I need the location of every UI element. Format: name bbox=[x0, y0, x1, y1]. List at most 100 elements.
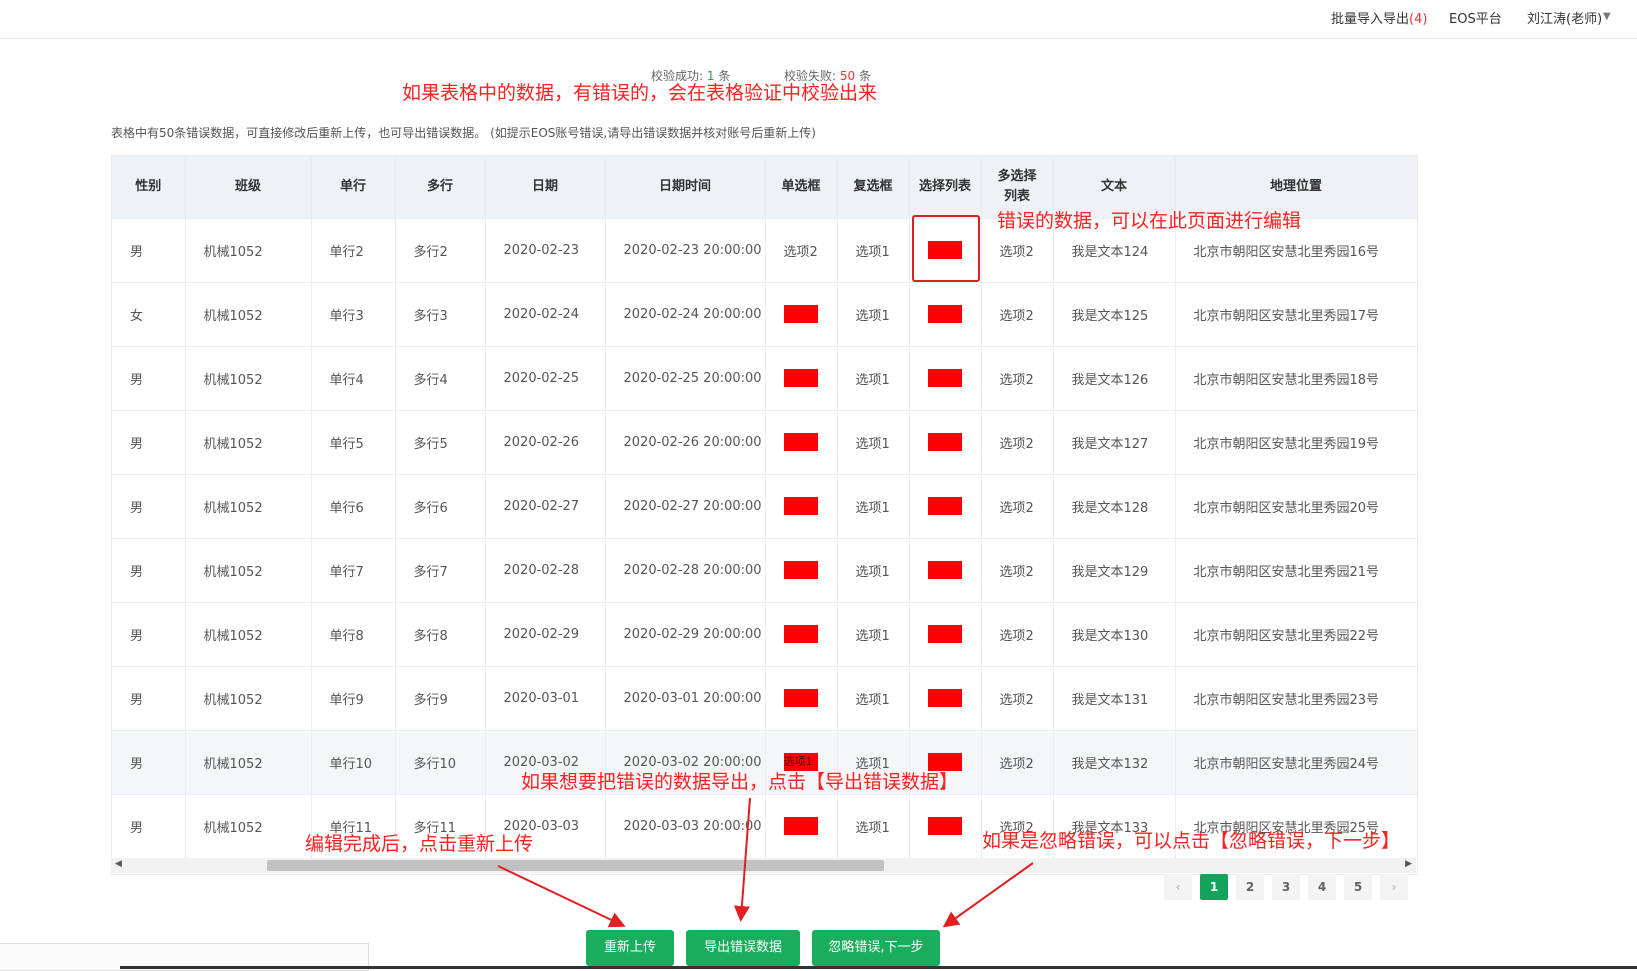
cell-gender[interactable]: 女 bbox=[112, 282, 186, 346]
cell-single-line[interactable]: 单行4 bbox=[311, 346, 396, 410]
export-errors-button[interactable]: 导出错误数据 bbox=[686, 930, 800, 966]
cell-radio[interactable] bbox=[765, 282, 838, 346]
cell-datetime[interactable]: 2020-02-29 20:00:00 bbox=[605, 602, 766, 666]
cell-multi-line[interactable]: 多行7 bbox=[395, 538, 486, 602]
cell-gender[interactable]: 男 bbox=[112, 346, 186, 410]
cell-text[interactable]: 我是文本127 bbox=[1053, 410, 1176, 474]
scroll-left-icon[interactable]: ◀ bbox=[115, 859, 122, 869]
cell-single-line[interactable]: 单行8 bbox=[311, 602, 396, 666]
cell-class[interactable]: 机械1052 bbox=[185, 282, 312, 346]
cell-radio[interactable] bbox=[765, 346, 838, 410]
cell-class[interactable]: 机械1052 bbox=[185, 474, 312, 538]
page-5-button[interactable]: 5 bbox=[1344, 874, 1372, 900]
cell-multi-select-list[interactable]: 选项2 bbox=[981, 666, 1054, 730]
cell-date[interactable]: 2020-02-25 bbox=[485, 346, 606, 410]
cell-gender[interactable]: 男 bbox=[112, 602, 186, 666]
cell-class[interactable]: 机械1052 bbox=[185, 410, 312, 474]
cell-select-list[interactable] bbox=[909, 538, 982, 602]
error-cell-marker[interactable]: 选项1 bbox=[783, 753, 818, 771]
cell-checkbox[interactable]: 选项1 bbox=[837, 410, 910, 474]
page-4-button[interactable]: 4 bbox=[1308, 874, 1336, 900]
cell-date[interactable]: 2020-02-28 bbox=[485, 538, 606, 602]
cell-multi-select-list[interactable]: 选项2 bbox=[981, 538, 1054, 602]
cell-datetime[interactable]: 2020-03-03 20:00:00 bbox=[605, 794, 766, 858]
cell-multi-select-list[interactable]: 选项2 bbox=[981, 410, 1054, 474]
error-cell-marker[interactable] bbox=[927, 305, 962, 323]
error-cell-marker[interactable] bbox=[927, 561, 962, 579]
cell-date[interactable]: 2020-03-01 bbox=[485, 666, 606, 730]
table-horizontal-scrollbar[interactable]: ◀ ▶ bbox=[111, 858, 1416, 873]
cell-single-line[interactable]: 单行9 bbox=[311, 666, 396, 730]
cell-radio[interactable] bbox=[765, 474, 838, 538]
cell-multi-line[interactable]: 多行5 bbox=[395, 410, 486, 474]
batch-import-export-link[interactable]: 批量导入导出(4) bbox=[1331, 8, 1427, 27]
cell-datetime[interactable]: 2020-02-27 20:00:00 bbox=[605, 474, 766, 538]
cell-date[interactable]: 2020-02-29 bbox=[485, 602, 606, 666]
cell-multi-line[interactable]: 多行6 bbox=[395, 474, 486, 538]
cell-checkbox[interactable]: 选项1 bbox=[837, 282, 910, 346]
cell-gender[interactable]: 男 bbox=[112, 474, 186, 538]
cell-date[interactable]: 2020-02-27 bbox=[485, 474, 606, 538]
cell-datetime[interactable]: 2020-02-24 20:00:00 bbox=[605, 282, 766, 346]
error-cell-marker[interactable] bbox=[927, 753, 962, 771]
cell-datetime[interactable]: 2020-02-28 20:00:00 bbox=[605, 538, 766, 602]
page-1-button[interactable]: 1 bbox=[1200, 874, 1228, 900]
cell-select-list[interactable] bbox=[909, 282, 982, 346]
cell-location[interactable]: 北京市朝阳区安慧北里秀园23号 bbox=[1175, 666, 1417, 730]
cell-datetime[interactable]: 2020-02-26 20:00:00 bbox=[605, 410, 766, 474]
cell-class[interactable]: 机械1052 bbox=[185, 538, 312, 602]
cell-multi-line[interactable]: 多行8 bbox=[395, 602, 486, 666]
cell-gender[interactable]: 男 bbox=[112, 794, 186, 858]
cell-single-line[interactable]: 单行10 bbox=[311, 730, 396, 794]
cell-text[interactable]: 我是文本130 bbox=[1053, 602, 1176, 666]
cell-location[interactable]: 北京市朝阳区安慧北里秀园24号 bbox=[1175, 730, 1417, 794]
error-cell-marker[interactable] bbox=[783, 817, 818, 836]
cell-radio[interactable] bbox=[765, 538, 838, 602]
cell-gender[interactable]: 男 bbox=[112, 730, 186, 794]
cell-multi-line[interactable]: 多行3 bbox=[395, 282, 486, 346]
error-cell-marker[interactable] bbox=[927, 689, 962, 707]
cell-checkbox[interactable]: 选项1 bbox=[837, 794, 910, 858]
cell-select-list[interactable] bbox=[909, 602, 982, 666]
page-2-button[interactable]: 2 bbox=[1236, 874, 1264, 900]
scroll-right-icon[interactable]: ▶ bbox=[1405, 859, 1412, 869]
cell-date[interactable]: 2020-02-26 bbox=[485, 410, 606, 474]
cell-datetime[interactable]: 2020-02-25 20:00:00 bbox=[605, 346, 766, 410]
cell-multi-select-list[interactable]: 选项2 bbox=[981, 602, 1054, 666]
cell-multi-line[interactable]: 多行10 bbox=[395, 730, 486, 794]
cell-multi-line[interactable]: 多行4 bbox=[395, 346, 486, 410]
cell-date[interactable]: 2020-02-23 bbox=[485, 218, 606, 282]
cell-multi-line[interactable]: 多行9 bbox=[395, 666, 486, 730]
cell-class[interactable]: 机械1052 bbox=[185, 346, 312, 410]
cell-multi-line[interactable]: 多行2 bbox=[395, 218, 486, 282]
cell-radio[interactable] bbox=[765, 602, 838, 666]
cell-text[interactable]: 我是文本125 bbox=[1053, 282, 1176, 346]
error-cell-marker[interactable] bbox=[783, 689, 818, 707]
cell-multi-select-list[interactable]: 选项2 bbox=[981, 346, 1054, 410]
cell-class[interactable]: 机械1052 bbox=[185, 602, 312, 666]
cell-text[interactable]: 我是文本128 bbox=[1053, 474, 1176, 538]
cell-single-line[interactable]: 单行2 bbox=[311, 218, 396, 282]
cell-select-list[interactable] bbox=[909, 666, 982, 730]
error-cell-marker[interactable] bbox=[927, 497, 962, 515]
error-cell-marker[interactable] bbox=[783, 625, 818, 643]
cell-gender[interactable]: 男 bbox=[112, 538, 186, 602]
cell-location[interactable]: 北京市朝阳区安慧北里秀园21号 bbox=[1175, 538, 1417, 602]
cell-single-line[interactable]: 单行6 bbox=[311, 474, 396, 538]
cell-datetime[interactable]: 2020-02-23 20:00:00 bbox=[605, 218, 766, 282]
cell-location[interactable]: 北京市朝阳区安慧北里秀园20号 bbox=[1175, 474, 1417, 538]
cell-location[interactable]: 北京市朝阳区安慧北里秀园17号 bbox=[1175, 282, 1417, 346]
cell-gender[interactable]: 男 bbox=[112, 218, 186, 282]
cell-text[interactable]: 我是文本132 bbox=[1053, 730, 1176, 794]
cell-multi-select-list[interactable]: 选项2 bbox=[981, 474, 1054, 538]
cell-location[interactable]: 北京市朝阳区安慧北里秀园18号 bbox=[1175, 346, 1417, 410]
cell-radio[interactable] bbox=[765, 410, 838, 474]
cell-single-line[interactable]: 单行5 bbox=[311, 410, 396, 474]
cell-class[interactable]: 机械1052 bbox=[185, 730, 312, 794]
error-cell-marker[interactable] bbox=[783, 433, 818, 451]
cell-class[interactable]: 机械1052 bbox=[185, 794, 312, 858]
cell-radio[interactable] bbox=[765, 794, 838, 858]
page-3-button[interactable]: 3 bbox=[1272, 874, 1300, 900]
scrollbar-thumb[interactable] bbox=[267, 860, 884, 871]
cell-gender[interactable]: 男 bbox=[112, 666, 186, 730]
